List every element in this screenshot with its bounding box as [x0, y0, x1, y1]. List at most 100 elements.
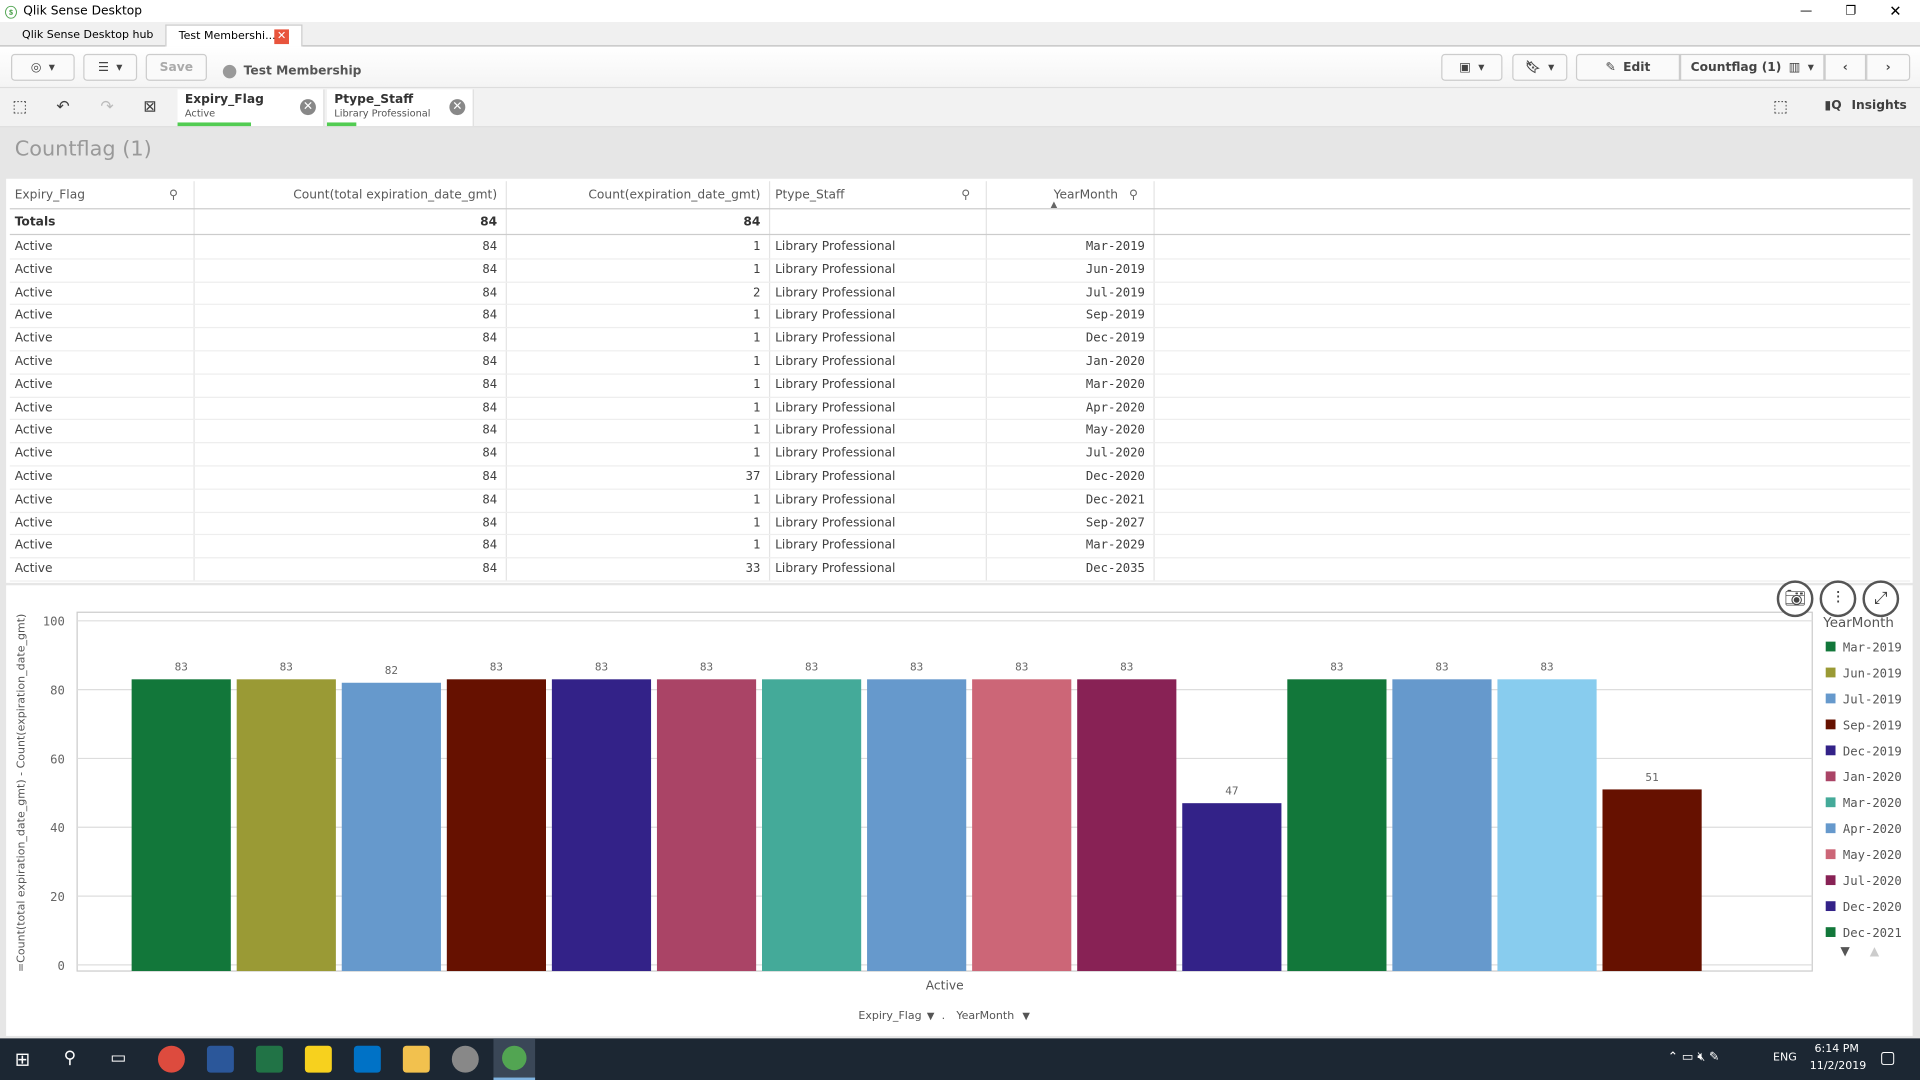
table-cell: 84: [482, 539, 498, 553]
legend-swatch[interactable]: [1825, 667, 1836, 678]
table-cell: 1: [753, 447, 761, 461]
bar-jul-2019[interactable]: [341, 682, 441, 972]
bar-mar-2019[interactable]: [131, 679, 231, 972]
fullscreen-button[interactable]: ⤢: [1862, 580, 1900, 618]
clock-date[interactable]: 11/2/2019: [1810, 1060, 1867, 1072]
data-label: 83: [490, 661, 503, 674]
column-header[interactable]: Count(total expiration_date_gmt): [193, 184, 497, 207]
legend-swatch[interactable]: [1825, 823, 1836, 834]
clear-selection-icon[interactable]: ✕: [300, 99, 316, 116]
bar-sep-2027[interactable]: [1392, 679, 1492, 972]
app-icon[interactable]: [451, 1045, 479, 1073]
next-sheet-button[interactable]: ›: [1866, 53, 1911, 81]
column-header[interactable]: Count(expiration_date_gmt): [506, 184, 760, 207]
bar-dec-2019[interactable]: [551, 679, 652, 972]
bar-dec-2020[interactable]: [1182, 803, 1282, 972]
step-back-icon[interactable]: ↶: [56, 98, 69, 116]
smart-search-icon[interactable]: ⬚: [1773, 98, 1788, 116]
edit-button[interactable]: ✎ Edit: [1575, 53, 1681, 81]
table-cell: Active: [14, 562, 53, 576]
search-icon[interactable]: ⚲: [961, 184, 970, 207]
word-icon[interactable]: [206, 1045, 234, 1073]
present-button[interactable]: ▣ ▾: [1441, 53, 1503, 81]
bar-dec-2021[interactable]: [1287, 679, 1387, 972]
search-icon[interactable]: ⚲: [169, 184, 178, 207]
selection-chip-ptype-staff[interactable]: Ptype_Staff Library Professional ✕: [326, 89, 474, 127]
close-window-button[interactable]: ✕: [1889, 2, 1901, 19]
chrome-icon[interactable]: [157, 1045, 185, 1073]
tab-hub[interactable]: Qlik Sense Desktop hub: [10, 24, 166, 46]
legend-swatch[interactable]: [1825, 719, 1836, 730]
table-cell: 1: [753, 263, 761, 277]
bar-mar-2029[interactable]: [1497, 679, 1597, 972]
column-header[interactable]: Ptype_Staff: [775, 184, 959, 207]
bar-mar-2020[interactable]: [762, 679, 862, 972]
excel-icon[interactable]: [255, 1045, 283, 1073]
legend-item: Jul-2020: [1843, 874, 1902, 888]
legend-swatch[interactable]: [1825, 771, 1836, 782]
totals-label: Totals: [14, 215, 56, 229]
search-icon[interactable]: ⚲: [64, 1048, 77, 1068]
clear-selections-icon[interactable]: ⊠: [143, 98, 156, 116]
sheet-selector[interactable]: Countflag (1) ▥ ▾: [1680, 53, 1825, 81]
bar-jun-2019[interactable]: [236, 679, 336, 972]
legend-swatch[interactable]: [1825, 875, 1836, 886]
bar-sep-2019[interactable]: [446, 679, 547, 972]
windows-start-icon[interactable]: ⊞: [15, 1048, 30, 1070]
search-icon[interactable]: ⚲: [1129, 184, 1138, 207]
selection-chip-expiry-flag[interactable]: Expiry_Flag Active ✕: [177, 89, 325, 127]
bar-apr-2020[interactable]: [867, 679, 967, 972]
snapshot-button[interactable]: 📷︎: [1776, 580, 1814, 618]
legend-swatch[interactable]: [1825, 797, 1836, 808]
tray-icons[interactable]: ⌃ ▭ 🔇︎ ✎: [1668, 1051, 1719, 1064]
selections-tool-icon[interactable]: ⬚: [12, 98, 27, 116]
qlik-taskbar-icon[interactable]: [493, 1038, 536, 1080]
legend-swatch[interactable]: [1825, 927, 1836, 937]
table-cell: Library Professional: [775, 424, 896, 438]
legend-swatch[interactable]: [1825, 901, 1836, 912]
task-view-icon[interactable]: ▭: [110, 1048, 126, 1068]
table-cell: Library Professional: [775, 240, 896, 254]
expand-icon: ⤢: [1873, 588, 1888, 609]
legend-swatch[interactable]: [1825, 745, 1836, 756]
clear-selection-icon[interactable]: ✕: [449, 99, 466, 116]
data-label: 83: [1435, 661, 1448, 674]
save-button[interactable]: Save: [145, 53, 207, 81]
bar-chart[interactable]: 0 20 40 60 80 100 =Count(total expiration_date…: [6, 585, 1913, 1036]
step-forward-icon[interactable]: ↷: [100, 98, 113, 116]
table-cell: Library Professional: [775, 401, 896, 415]
menu-button[interactable]: ☰ ▾: [83, 53, 138, 81]
column-header[interactable]: Expiry_Flag: [15, 184, 162, 207]
previous-sheet-button[interactable]: ‹: [1824, 53, 1867, 81]
notifications-icon[interactable]: ▢: [1880, 1048, 1896, 1068]
clock-time[interactable]: 6:14 PM: [1812, 1043, 1861, 1055]
tab-test-membership[interactable]: Test Membershi... ✕: [165, 24, 303, 47]
exploration-button[interactable]: ⫶: [1819, 580, 1857, 618]
table-cell: Dec-2021: [1085, 493, 1145, 507]
language-indicator[interactable]: ENG: [1773, 1052, 1797, 1064]
bar-dec-2035[interactable]: [1602, 789, 1702, 972]
bar-jul-2020[interactable]: [1077, 679, 1177, 972]
sticky-notes-icon[interactable]: [304, 1045, 332, 1073]
legend-swatch[interactable]: [1825, 693, 1836, 704]
table-cell: Sep-2027: [1085, 516, 1145, 530]
table-cell: Active: [14, 378, 53, 392]
minimize-button[interactable]: —: [1800, 4, 1812, 17]
restore-button[interactable]: ❐: [1845, 4, 1856, 17]
bar-jan-2020[interactable]: [656, 679, 757, 972]
outlook-icon[interactable]: [353, 1045, 381, 1073]
table-cell: Active: [14, 424, 53, 438]
navigation-button[interactable]: ◎ ▾: [11, 53, 75, 81]
bookmark-button[interactable]: 🔖︎ ▾: [1512, 53, 1568, 81]
chart-icon: ▥: [1788, 60, 1801, 75]
table-cell: 1: [753, 424, 761, 438]
insights-button[interactable]: ▮Q Insights: [1824, 99, 1906, 112]
legend-swatch[interactable]: [1825, 641, 1836, 652]
table-cell: Active: [14, 332, 53, 346]
close-tab-icon[interactable]: ✕: [274, 29, 289, 45]
bar-may-2020[interactable]: [972, 679, 1072, 972]
legend-swatch[interactable]: [1825, 849, 1836, 860]
app-title[interactable]: Test Membership: [222, 64, 361, 79]
dimension-picker-yearmonth: YearMonth: [955, 1009, 1014, 1022]
file-explorer-icon[interactable]: [402, 1045, 430, 1073]
